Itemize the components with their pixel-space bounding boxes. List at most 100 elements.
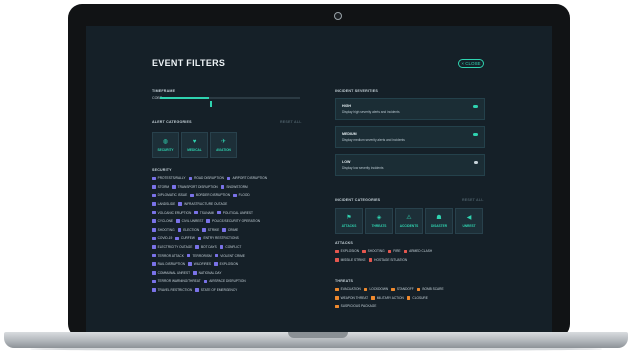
- incident-disaster-button[interactable]: ☗ DISASTER: [425, 208, 453, 234]
- checkbox-checked-icon[interactable]: [335, 296, 339, 300]
- checkbox-checked-icon[interactable]: [219, 245, 224, 249]
- checkbox-checked-icon[interactable]: [194, 210, 198, 215]
- checkbox-checked-icon[interactable]: [152, 176, 156, 181]
- incident-accidents-button[interactable]: ⚠ ACCIDENTS: [395, 208, 423, 234]
- checkbox-checked-icon[interactable]: [152, 262, 156, 267]
- checkbox-checked-icon[interactable]: [197, 236, 202, 241]
- timeframe-slider[interactable]: [160, 97, 300, 99]
- checkbox-checked-icon[interactable]: [177, 228, 182, 232]
- checkbox-checked-icon[interactable]: [222, 228, 226, 232]
- checkbox-checked-icon[interactable]: [152, 245, 156, 249]
- checkbox-checked-icon[interactable]: [203, 279, 208, 284]
- checkbox-checked-icon[interactable]: [362, 249, 366, 254]
- checkbox-checked-icon[interactable]: [175, 236, 179, 241]
- security-tag[interactable]: CIVIL UNREST: [176, 219, 203, 223]
- checkbox-checked-icon[interactable]: [152, 279, 156, 284]
- security-tag[interactable]: COMMUNAL UNREST: [152, 271, 190, 275]
- checkbox-checked-icon[interactable]: [186, 253, 191, 258]
- checkbox-checked-icon[interactable]: [188, 176, 193, 181]
- checkbox-checked-icon[interactable]: [193, 271, 197, 275]
- checkbox-checked-icon[interactable]: [387, 249, 392, 254]
- checkbox-checked-icon[interactable]: [335, 258, 339, 262]
- checkbox-checked-icon[interactable]: [214, 253, 219, 258]
- checkbox-checked-icon[interactable]: [190, 193, 194, 198]
- category-security-button[interactable]: ◍ SECURITY: [152, 132, 179, 158]
- security-tag[interactable]: AIRSPACE DISRUPTION: [203, 279, 246, 284]
- security-tag[interactable]: ROAD DISRUPTION: [188, 176, 224, 181]
- checkbox-checked-icon[interactable]: [152, 219, 156, 224]
- category-aviation-button[interactable]: ✈ AVIATION: [210, 132, 237, 158]
- checkbox-checked-icon[interactable]: [220, 185, 225, 189]
- checkbox-checked-icon[interactable]: [152, 202, 156, 206]
- security-tag[interactable]: DIPLOMATIC ISSUE: [152, 193, 187, 197]
- checkbox-checked-icon[interactable]: [226, 176, 231, 181]
- security-tag[interactable]: FLOOD: [233, 193, 250, 197]
- checkbox-checked-icon[interactable]: [371, 296, 375, 300]
- threats-tag[interactable]: LOCKDOWN: [363, 287, 388, 291]
- checkbox-checked-icon[interactable]: [152, 193, 156, 198]
- close-button[interactable]: × CLOSE: [458, 59, 484, 68]
- checkbox-checked-icon[interactable]: [152, 271, 156, 275]
- checkbox-checked-icon[interactable]: [416, 287, 421, 292]
- security-tag[interactable]: AIRPORT DISRUPTION: [226, 176, 267, 181]
- security-tag[interactable]: BORDER DISRUPTION: [190, 193, 230, 197]
- security-tag[interactable]: TERROR WARNING/THREAT: [152, 279, 201, 283]
- checkbox-checked-icon[interactable]: [206, 219, 211, 224]
- checkbox-checked-icon[interactable]: [214, 262, 218, 267]
- incident-reset-all-link[interactable]: RESET ALL: [462, 198, 484, 202]
- security-tag[interactable]: POLITICAL UNREST: [217, 211, 253, 215]
- attacks-tag[interactable]: ARMED CLASH: [403, 249, 432, 254]
- checkbox-checked-icon[interactable]: [335, 304, 339, 309]
- security-tag[interactable]: TERRORISM: [186, 253, 212, 258]
- security-tag[interactable]: INFRASTRUCTURE OUTAGE: [178, 202, 227, 206]
- severity-low-card[interactable]: LOW Display low severity incidents: [335, 154, 485, 176]
- checkbox-checked-icon[interactable]: [152, 185, 156, 189]
- severity-high-toggle[interactable]: [473, 105, 478, 108]
- incident-attacks-button[interactable]: ⚑ ATTACKS: [335, 208, 363, 234]
- security-tag[interactable]: STORM: [152, 185, 169, 189]
- security-tag[interactable]: SHOOTING: [152, 228, 175, 232]
- threats-tag[interactable]: MILITARY ACTION: [371, 296, 404, 300]
- checkbox-checked-icon[interactable]: [195, 288, 199, 292]
- checkbox-checked-icon[interactable]: [152, 253, 156, 258]
- severity-high-card[interactable]: HIGH Display high severity alerts and in…: [335, 98, 485, 120]
- checkbox-checked-icon[interactable]: [152, 236, 156, 241]
- threats-tag[interactable]: WEAPON THREAT: [335, 296, 368, 300]
- attacks-tag[interactable]: EXPLOSION: [335, 249, 359, 253]
- threats-tag[interactable]: BOMB SCARE: [416, 287, 444, 292]
- incident-unrest-button[interactable]: ◀ UNREST: [455, 208, 483, 234]
- security-tag[interactable]: ELECTION: [177, 228, 199, 232]
- security-tag[interactable]: EXPLOSION: [214, 262, 238, 266]
- checkbox-checked-icon[interactable]: [335, 287, 339, 292]
- security-tag[interactable]: PROTESTS/RALLY: [152, 176, 186, 180]
- attacks-tag[interactable]: HOSTAGE SITUATION: [368, 258, 407, 262]
- security-tag[interactable]: POLICE/SECURITY OPERATION: [206, 219, 260, 223]
- checkbox-checked-icon[interactable]: [391, 287, 395, 292]
- checkbox-checked-icon[interactable]: [403, 249, 408, 254]
- checkbox-checked-icon[interactable]: [368, 258, 373, 262]
- security-tag[interactable]: TSUNAMI: [194, 211, 214, 215]
- attacks-tag[interactable]: SHOOTING: [362, 249, 385, 253]
- checkbox-checked-icon[interactable]: [172, 185, 176, 189]
- security-tag[interactable]: ELECTRICITY OUTAGE: [152, 245, 192, 249]
- threats-tag[interactable]: SUSPICIOUS PACKAGE: [335, 304, 376, 308]
- attacks-tag[interactable]: MISSILE STRIKE: [335, 258, 366, 262]
- checkbox-checked-icon[interactable]: [195, 245, 199, 249]
- security-tag[interactable]: RAIL DISRUPTION: [152, 262, 185, 266]
- checkbox-checked-icon[interactable]: [217, 210, 221, 215]
- severity-medium-toggle[interactable]: [473, 133, 478, 136]
- security-tag[interactable]: WILDFIRES: [188, 262, 211, 266]
- security-tag[interactable]: VOLCANIC ERUPTION: [152, 211, 191, 215]
- checkbox-checked-icon[interactable]: [233, 193, 237, 198]
- attacks-tag[interactable]: FIRE: [387, 249, 401, 254]
- threats-tag[interactable]: CLOSURE: [406, 296, 428, 300]
- security-tag[interactable]: CONFLICT: [219, 245, 241, 249]
- checkbox-checked-icon[interactable]: [152, 288, 156, 292]
- checkbox-checked-icon[interactable]: [152, 228, 156, 232]
- security-tag[interactable]: TRAVEL RESTRICTION: [152, 288, 192, 292]
- checkbox-checked-icon[interactable]: [176, 219, 180, 224]
- security-tag[interactable]: BOT DAYS: [195, 245, 217, 249]
- security-tag[interactable]: SNOWSTORM: [220, 185, 248, 189]
- checkbox-checked-icon[interactable]: [178, 202, 182, 206]
- security-tag[interactable]: CURFEW: [175, 236, 195, 240]
